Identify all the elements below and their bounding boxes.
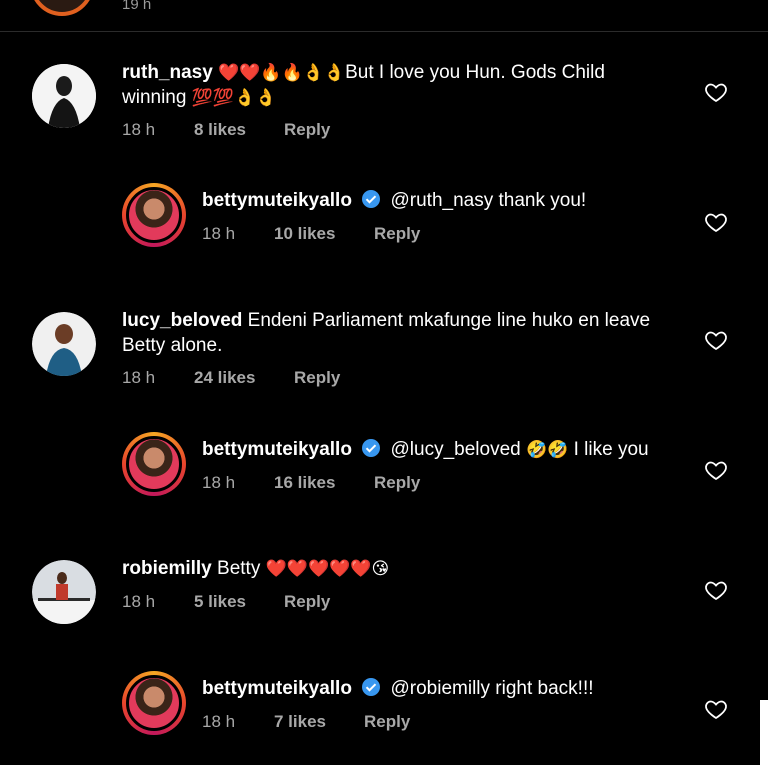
comment-emoji: 🤣🤣 bbox=[525, 440, 569, 459]
comment-username[interactable]: bettymuteikyallo bbox=[202, 190, 352, 211]
comment-body: But I love you Hun. Gods Child bbox=[345, 62, 605, 83]
comment-body-line2: Betty alone. bbox=[122, 335, 223, 356]
reply-button[interactable]: Reply bbox=[284, 120, 330, 140]
previous-comment-time: 19 h bbox=[122, 0, 152, 13]
comment-body: @robiemilly right back!!! bbox=[390, 678, 594, 699]
comment-text: bettymuteikyallo @ruth_nasy thank you! bbox=[202, 188, 586, 213]
heart-outline-icon[interactable] bbox=[704, 578, 728, 602]
heart-outline-icon[interactable] bbox=[704, 458, 728, 482]
divider bbox=[0, 31, 768, 32]
comment-text: ruth_nasy ❤️❤️🔥🔥👌👌But I love you Hun. Go… bbox=[122, 60, 682, 110]
avatar[interactable] bbox=[32, 560, 96, 624]
comment-username[interactable]: robiemilly bbox=[122, 558, 212, 579]
comment-time: 18 h bbox=[122, 368, 156, 387]
avatar[interactable] bbox=[122, 432, 186, 496]
comment-username[interactable]: bettymuteikyallo bbox=[202, 678, 352, 699]
likes-count[interactable]: 7 likes bbox=[274, 712, 364, 732]
comment-meta: 18 h 5 likes Reply bbox=[122, 592, 330, 612]
comment-time: 18 h bbox=[122, 120, 156, 139]
comment-text: lucy_beloved Endeni Parliament mkafunge … bbox=[122, 308, 692, 358]
heart-outline-icon[interactable] bbox=[704, 328, 728, 352]
likes-count[interactable]: 10 likes bbox=[274, 224, 374, 244]
comment-body: @ruth_nasy thank you! bbox=[390, 190, 587, 211]
comment-username[interactable]: ruth_nasy bbox=[122, 62, 213, 83]
likes-count[interactable]: 5 likes bbox=[194, 592, 284, 612]
comment-meta: 18 h 7 likes Reply bbox=[202, 712, 410, 732]
comment-text: bettymuteikyallo @robiemilly right back!… bbox=[202, 676, 594, 701]
verified-badge-icon bbox=[362, 439, 381, 457]
comment-time: 18 h bbox=[122, 592, 156, 611]
comment-time: 18 h bbox=[202, 473, 236, 492]
comment-username[interactable]: lucy_beloved bbox=[122, 310, 242, 331]
comment-emoji-line2: 💯💯👌👌 bbox=[191, 88, 277, 107]
comment-time: 18 h bbox=[202, 712, 236, 731]
comment-body-line2: winning bbox=[122, 87, 187, 108]
comment-body: Endeni Parliament mkafunge line huko en … bbox=[247, 310, 651, 331]
comment-text: bettymuteikyallo @lucy_beloved 🤣🤣 I like… bbox=[202, 437, 649, 462]
heart-outline-icon[interactable] bbox=[704, 210, 728, 234]
likes-count[interactable]: 8 likes bbox=[194, 120, 284, 140]
likes-count[interactable]: 24 likes bbox=[194, 368, 294, 388]
comment-meta: 18 h 10 likes Reply bbox=[202, 224, 420, 244]
comment-body-after: I like you bbox=[573, 439, 649, 460]
avatar[interactable] bbox=[122, 183, 186, 247]
likes-count[interactable]: 16 likes bbox=[274, 473, 374, 493]
reply-button[interactable]: Reply bbox=[374, 473, 420, 493]
heart-outline-icon[interactable] bbox=[704, 80, 728, 104]
verified-badge-icon bbox=[362, 678, 381, 696]
previous-comment-avatar[interactable] bbox=[30, 0, 94, 16]
reply-button[interactable]: Reply bbox=[284, 592, 330, 612]
comment-meta: 18 h 16 likes Reply bbox=[202, 473, 420, 493]
edge-strip bbox=[760, 700, 768, 765]
comment-time: 18 h bbox=[202, 224, 236, 243]
avatar[interactable] bbox=[122, 671, 186, 735]
reply-button[interactable]: Reply bbox=[364, 712, 410, 732]
comment-body: @lucy_beloved bbox=[390, 439, 521, 460]
comment-body: Betty bbox=[217, 558, 261, 579]
comment-text: robiemilly Betty ❤️❤️❤️❤️❤️😘 bbox=[122, 556, 389, 581]
avatar[interactable] bbox=[32, 64, 96, 128]
comment-meta: 18 h 24 likes Reply bbox=[122, 368, 340, 388]
reply-button[interactable]: Reply bbox=[374, 224, 420, 244]
comment-username[interactable]: bettymuteikyallo bbox=[202, 439, 352, 460]
comment-emoji: ❤️❤️🔥🔥👌👌 bbox=[218, 63, 346, 82]
comment-meta: 18 h 8 likes Reply bbox=[122, 120, 330, 140]
verified-badge-icon bbox=[362, 190, 381, 208]
reply-button[interactable]: Reply bbox=[294, 368, 340, 388]
comment-emoji: ❤️❤️❤️❤️❤️😘 bbox=[265, 559, 390, 578]
heart-outline-icon[interactable] bbox=[704, 697, 728, 721]
avatar[interactable] bbox=[32, 312, 96, 376]
